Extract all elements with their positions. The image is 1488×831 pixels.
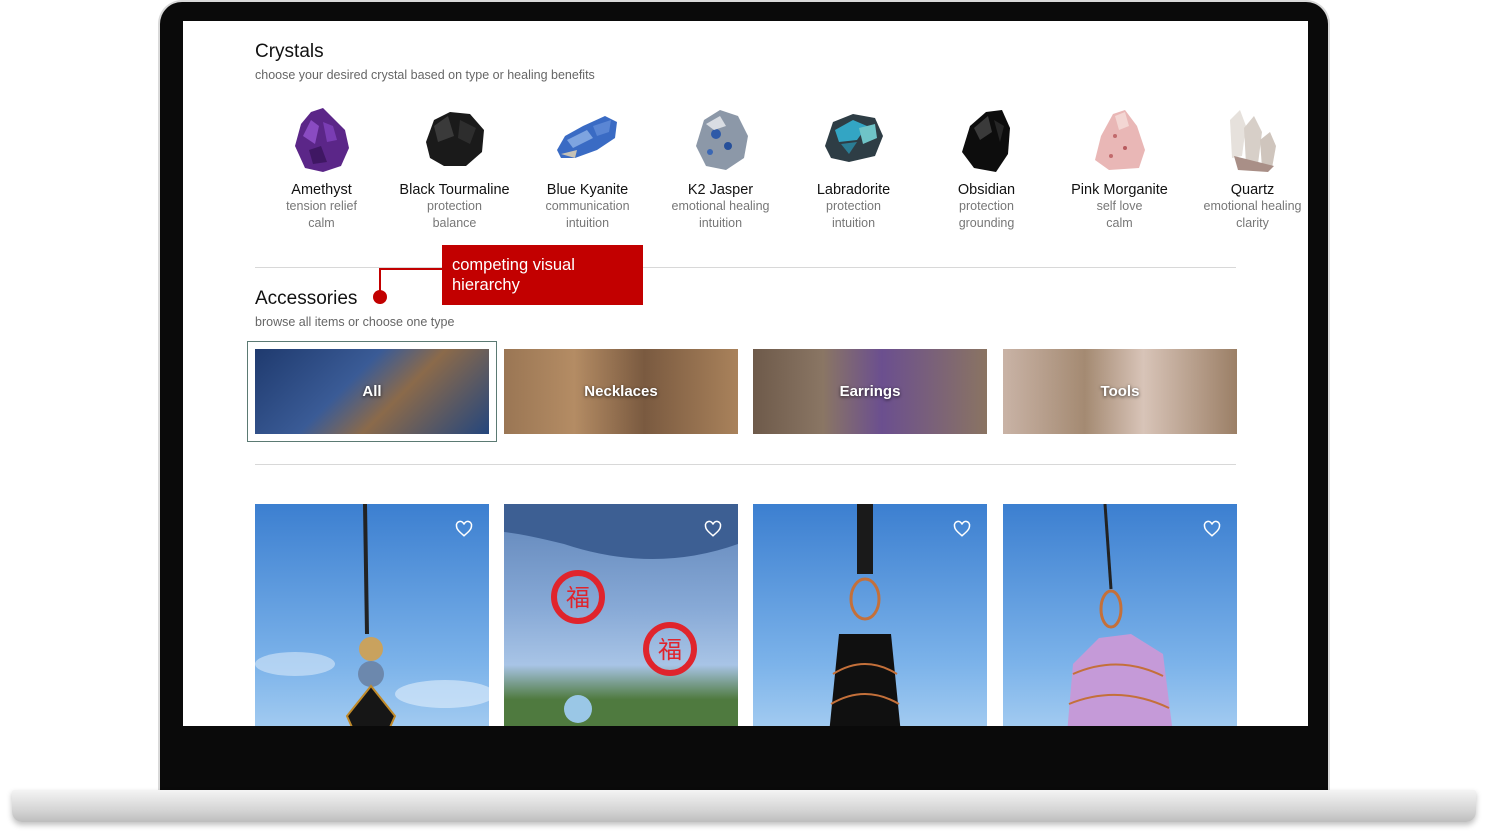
accessories-title: Accessories bbox=[255, 288, 358, 309]
crystal-benefit: tension relief bbox=[286, 199, 357, 213]
annotation-callout: competing visual hierarchy bbox=[442, 245, 643, 305]
heart-icon[interactable] bbox=[704, 520, 722, 538]
crystal-blue-kyanite[interactable]: Blue Kyanite communication intuition bbox=[521, 106, 654, 232]
black-tourmaline-image bbox=[425, 112, 484, 166]
product-card[interactable] bbox=[753, 504, 987, 726]
crystal-benefit: intuition bbox=[565, 216, 610, 230]
k2-jasper-image bbox=[695, 110, 748, 170]
crystal-name: Pink Morganite bbox=[1071, 182, 1168, 198]
product-image bbox=[829, 504, 901, 726]
crystal-amethyst[interactable]: Amethyst tension relief calm bbox=[255, 106, 388, 232]
product-card[interactable]: 福 福 bbox=[504, 504, 738, 726]
crystal-name: Obsidian bbox=[957, 182, 1016, 198]
app-screen: Crystals choose your desired crystal bas… bbox=[183, 21, 1308, 726]
pink-morganite-image bbox=[1094, 110, 1145, 170]
crystal-benefit: intuition bbox=[698, 216, 743, 230]
crystal-benefit: calm bbox=[1106, 216, 1133, 230]
svg-text:福: 福 bbox=[658, 636, 682, 664]
crystal-benefit: protection bbox=[826, 199, 881, 213]
crystal-benefit: self love bbox=[1096, 199, 1143, 213]
blue-kyanite-image bbox=[556, 116, 617, 158]
crystal-benefit: grounding bbox=[958, 216, 1015, 230]
crystal-benefit: communication bbox=[545, 199, 630, 213]
svg-text:福: 福 bbox=[566, 584, 590, 612]
crystal-name: Blue Kyanite bbox=[546, 182, 629, 198]
crystal-pink-morganite[interactable]: Pink Morganite self love calm bbox=[1053, 106, 1186, 232]
product-image bbox=[255, 504, 489, 726]
obsidian-image bbox=[961, 110, 1010, 172]
product-image bbox=[1067, 504, 1172, 726]
category-necklaces[interactable]: Necklaces bbox=[504, 349, 738, 434]
crystal-benefit: protection bbox=[427, 199, 482, 213]
crystals-title: Crystals bbox=[255, 41, 324, 62]
product-image: 福 福 bbox=[504, 504, 738, 723]
category-label: Necklaces bbox=[584, 383, 658, 400]
crystal-benefit: clarity bbox=[1236, 216, 1269, 230]
product-card[interactable] bbox=[1003, 504, 1237, 726]
crystal-benefit: intuition bbox=[831, 216, 876, 230]
crystal-benefit: balance bbox=[432, 216, 477, 230]
crystal-obsidian[interactable]: Obsidian protection grounding bbox=[920, 106, 1053, 232]
quartz-image bbox=[1229, 110, 1276, 172]
crystal-name: Quartz bbox=[1230, 182, 1275, 198]
crystal-benefit: emotional healing bbox=[671, 199, 770, 213]
category-label: All bbox=[362, 383, 382, 400]
crystal-benefit: calm bbox=[308, 216, 335, 230]
heart-icon[interactable] bbox=[455, 520, 473, 538]
labradorite-image bbox=[824, 114, 883, 162]
crystal-benefit: protection bbox=[959, 199, 1014, 213]
heart-icon[interactable] bbox=[953, 520, 971, 538]
amethyst-image bbox=[294, 108, 349, 172]
annotation-connector bbox=[373, 268, 443, 304]
crystal-benefit: emotional healing bbox=[1203, 199, 1302, 213]
heart-icon[interactable] bbox=[1203, 520, 1221, 538]
section-divider bbox=[255, 464, 1236, 465]
product-card[interactable] bbox=[255, 504, 489, 726]
accessories-subtitle: browse all items or choose one type bbox=[255, 315, 455, 329]
crystal-labradorite[interactable]: Labradorite protection intuition bbox=[787, 106, 920, 232]
category-tools[interactable]: Tools bbox=[1003, 349, 1237, 434]
crystal-name: Black Tourmaline bbox=[399, 182, 510, 198]
crystal-name: Amethyst bbox=[291, 182, 352, 198]
crystal-k2-jasper[interactable]: K2 Jasper emotional healing intuition bbox=[654, 106, 787, 232]
crystal-name: Labradorite bbox=[816, 182, 891, 198]
laptop-base bbox=[12, 790, 1476, 822]
category-earrings[interactable]: Earrings bbox=[753, 349, 987, 434]
crystal-quartz[interactable]: Quartz emotional healing clarity bbox=[1186, 106, 1308, 232]
crystal-black-tourmaline[interactable]: Black Tourmaline protection balance bbox=[388, 106, 521, 232]
category-label: Tools bbox=[1100, 383, 1140, 400]
category-all[interactable]: All bbox=[247, 341, 497, 442]
crystals-subtitle: choose your desired crystal based on typ… bbox=[255, 68, 595, 82]
crystal-name: K2 Jasper bbox=[687, 182, 754, 198]
category-label: Earrings bbox=[839, 383, 901, 400]
